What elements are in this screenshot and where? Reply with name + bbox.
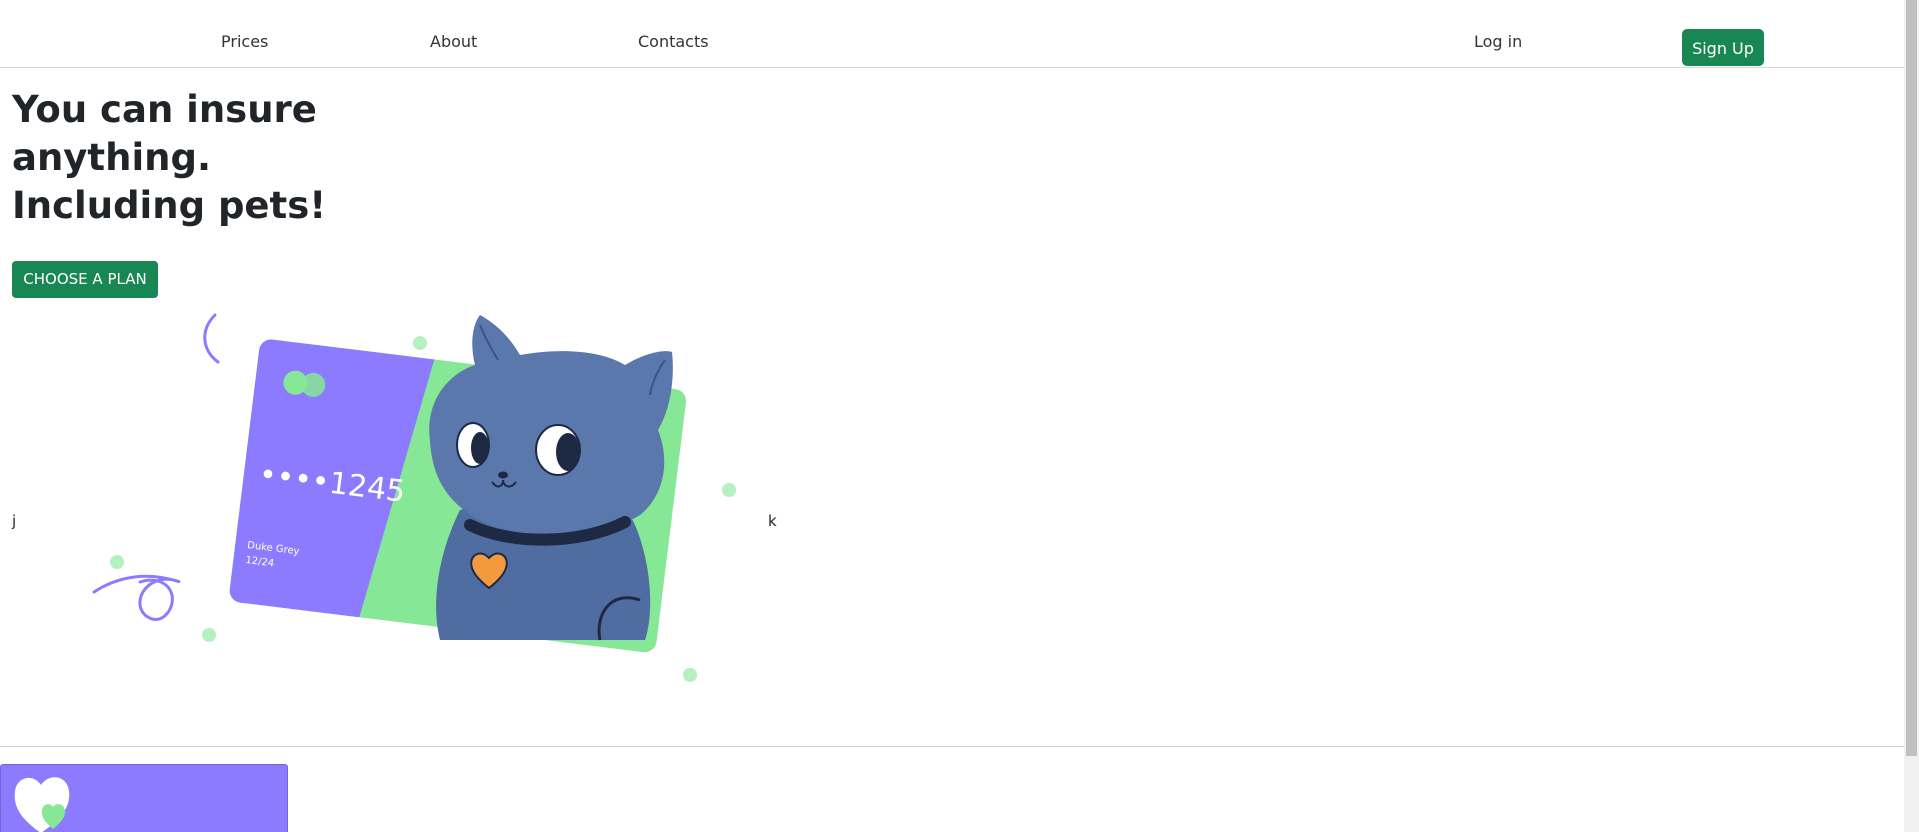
hero-title-line-3: Including pets! [12, 184, 327, 227]
green-dot [202, 628, 216, 642]
hearts-icon [14, 777, 70, 832]
carousel-prev-control[interactable]: j [12, 512, 16, 530]
vertical-scrollbar-thumb[interactable] [1906, 0, 1917, 756]
green-dot [683, 668, 697, 682]
purple-squiggle-left [92, 574, 181, 621]
carousel-next-control[interactable]: k [768, 512, 777, 530]
top-navbar: Prices About Contacts Log in Sign Up [0, 0, 1904, 68]
hero-title-line-2: anything. [12, 136, 212, 179]
login-link[interactable]: Log in [1474, 32, 1522, 52]
feature-card [0, 764, 288, 832]
nav-link-prices[interactable]: Prices [221, 32, 268, 52]
page: Prices About Contacts Log in Sign Up You… [0, 0, 1919, 832]
pet-insurance-illustration: ••••1245 Duke Grey 12/24 [92, 313, 736, 682]
signup-button[interactable]: Sign Up [1682, 29, 1764, 66]
hero-title-line-1: You can insure [12, 88, 317, 131]
hero-title: You can insure anything. Including pets! [12, 86, 332, 230]
nav-link-about[interactable]: About [430, 32, 477, 52]
section-divider [0, 746, 1904, 747]
choose-plan-button[interactable]: CHOOSE A PLAN [12, 261, 158, 298]
purple-squiggle-top [203, 313, 220, 364]
green-dot [722, 483, 736, 497]
green-dot [413, 336, 427, 350]
green-dot [110, 555, 124, 569]
nav-link-contacts[interactable]: Contacts [638, 32, 709, 52]
